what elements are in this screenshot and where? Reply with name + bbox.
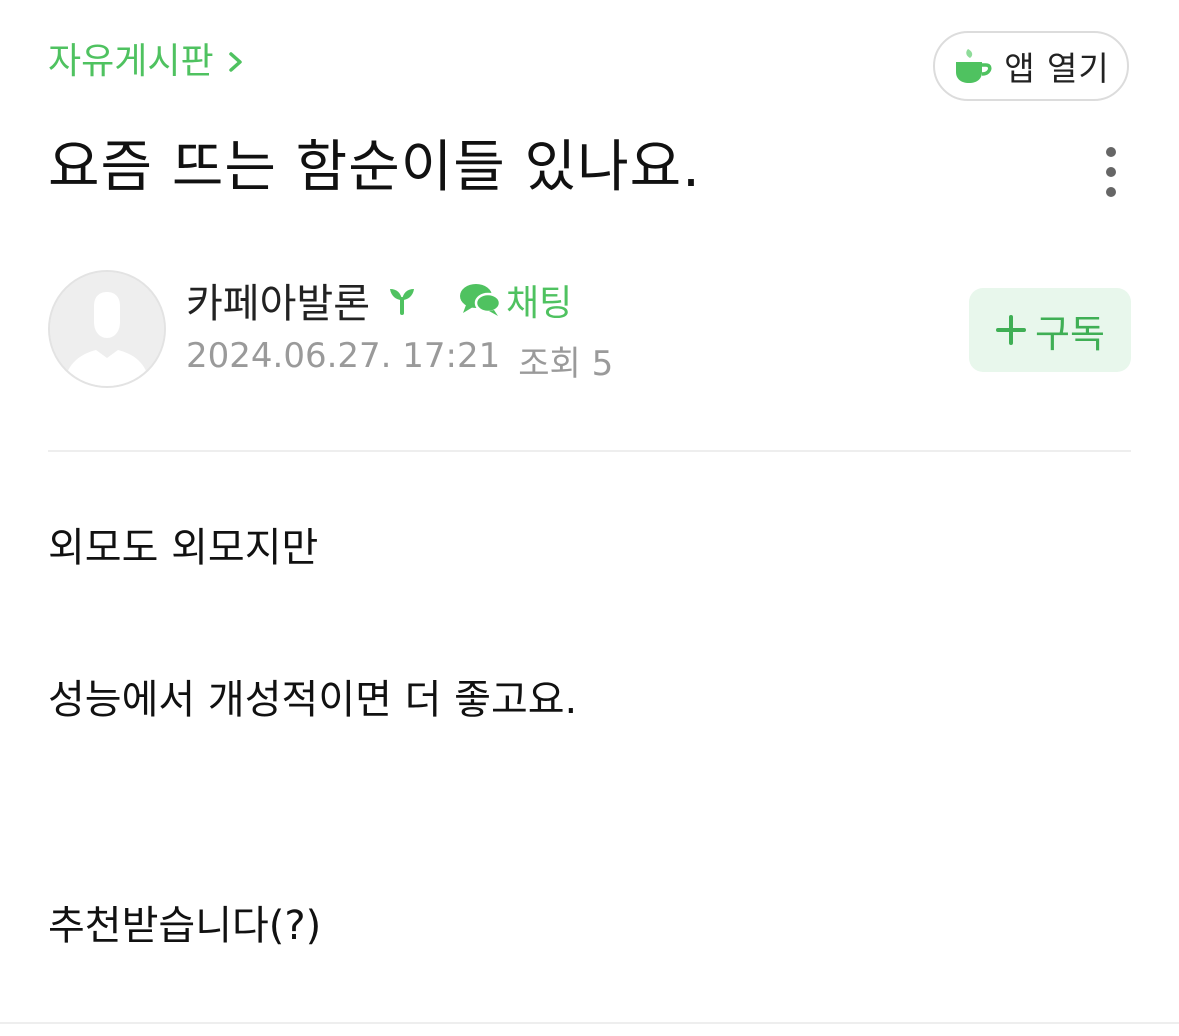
post-page: 자유게시판 앱 열기 요즘 뜨는 함순이들 있나요. 카페아발론 채팅 2024…: [0, 0, 1179, 1036]
chevron-right-icon: [228, 50, 244, 74]
board-link[interactable]: 자유게시판: [48, 38, 244, 86]
plus-icon: [995, 314, 1027, 346]
avatar[interactable]: [48, 270, 166, 388]
author-row: 카페아발론 채팅: [186, 272, 572, 328]
default-profile-icon: [50, 272, 164, 386]
more-vertical-icon[interactable]: [1093, 142, 1129, 202]
open-app-label: 앱 열기: [1004, 49, 1110, 88]
post-date: 2024.06.27. 17:21: [186, 336, 501, 376]
divider: [0, 1022, 1179, 1024]
subscribe-button[interactable]: 구독: [969, 288, 1131, 372]
chat-label: 채팅: [506, 283, 573, 324]
post-body-line: 성능에서 개성적이면 더 좋고요.: [48, 677, 578, 723]
post-meta: 2024.06.27. 17:21 조회 5: [186, 336, 613, 385]
sprout-icon: [386, 285, 418, 315]
view-count: 조회 5: [518, 344, 614, 384]
post-title: 요즘 뜨는 함순이들 있나요.: [48, 135, 701, 200]
post-body-line: 외모도 외모지만: [48, 525, 319, 571]
chat-button[interactable]: 채팅: [458, 274, 572, 326]
post-body-line: 추천받습니다(?): [48, 903, 322, 949]
chat-bubbles-icon: [458, 281, 502, 319]
author-name[interactable]: 카페아발론: [186, 271, 370, 329]
board-name: 자유게시판: [48, 41, 214, 82]
open-app-button[interactable]: 앱 열기: [933, 31, 1129, 101]
subscribe-label: 구독: [1035, 311, 1105, 356]
cafe-cup-icon: [952, 46, 994, 86]
divider: [48, 450, 1131, 452]
